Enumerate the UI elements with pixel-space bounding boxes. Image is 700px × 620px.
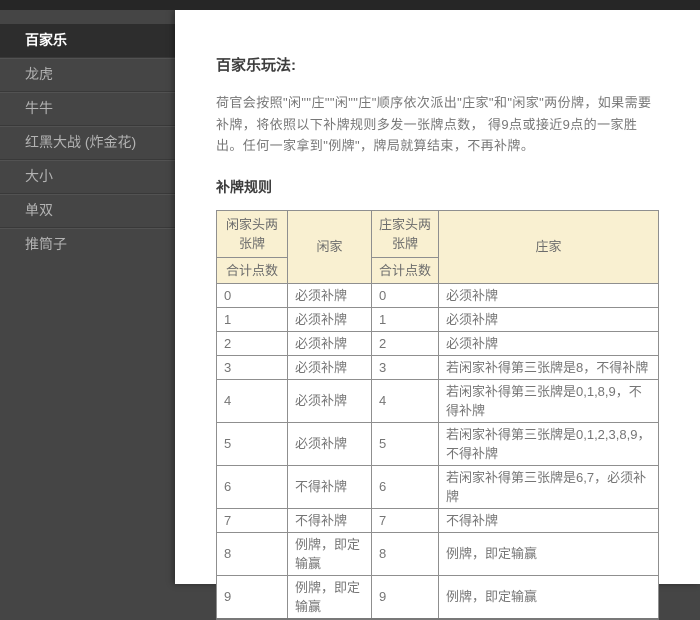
top-bar xyxy=(0,0,700,10)
banker-action-cell: 若闲家补得第三张牌是0,1,8,9，不得补牌 xyxy=(439,379,659,422)
table-row: 5 必须补牌 5 若闲家补得第三张牌是0,1,2,3,8,9，不得补牌 xyxy=(217,422,659,465)
sidebar-item-5[interactable]: 单双 xyxy=(0,193,175,227)
banker-action-cell: 必须补牌 xyxy=(439,331,659,355)
sidebar-item-4[interactable]: 大小 xyxy=(0,159,175,193)
table-row: 7 不得补牌 7 不得补牌 xyxy=(217,508,659,532)
table-row: 0 必须补牌 0 必须补牌 xyxy=(217,283,659,307)
banker-points-cell: 7 xyxy=(372,508,439,532)
banker-action-cell: 若闲家补得第三张牌是0,1,2,3,8,9，不得补牌 xyxy=(439,422,659,465)
sidebar: 百家乐 龙虎 牛牛 红黑大战 (炸金花) 大小 单双 推筒子 xyxy=(0,10,175,584)
player-action-cell: 不得补牌 xyxy=(288,465,372,508)
player-action-cell: 必须补牌 xyxy=(288,307,372,331)
table-row: 8 例牌，即定输赢 8 例牌，即定输赢 xyxy=(217,532,659,575)
table-row: 9 例牌，即定输赢 9 例牌，即定输赢 xyxy=(217,575,659,619)
banker-points-cell: 6 xyxy=(372,465,439,508)
banker-action-cell: 必须补牌 xyxy=(439,283,659,307)
banker-action-cell: 例牌，即定输赢 xyxy=(439,532,659,575)
page-title: 百家乐玩法: xyxy=(216,54,700,75)
banker-points-cell: 8 xyxy=(372,532,439,575)
player-points-cell: 2 xyxy=(217,331,288,355)
sidebar-item-label: 百家乐 xyxy=(25,32,67,48)
banker-action-cell: 不得补牌 xyxy=(439,508,659,532)
sidebar-item-label: 单双 xyxy=(25,202,53,218)
header-banker-two-cards: 庄家头两张牌 xyxy=(372,210,439,257)
player-action-cell: 必须补牌 xyxy=(288,283,372,307)
table-row: 3 必须补牌 3 若闲家补得第三张牌是8，不得补牌 xyxy=(217,355,659,379)
header-player-two-cards: 闲家头两张牌 xyxy=(217,210,288,257)
header-player: 闲家 xyxy=(288,210,372,283)
sidebar-item-2[interactable]: 牛牛 xyxy=(0,91,175,125)
table-row: 6 不得补牌 6 若闲家补得第三张牌是6,7，必须补牌 xyxy=(217,465,659,508)
player-action-cell: 不得补牌 xyxy=(288,508,372,532)
rules-table-body: 0 必须补牌 0 必须补牌 1 必须补牌 1 必须补牌 2 必须补牌 2 必须补… xyxy=(217,283,659,619)
sidebar-item-1[interactable]: 龙虎 xyxy=(0,57,175,91)
player-points-cell: 9 xyxy=(217,575,288,619)
player-action-cell: 必须补牌 xyxy=(288,355,372,379)
banker-points-cell: 9 xyxy=(372,575,439,619)
table-row: 2 必须补牌 2 必须补牌 xyxy=(217,331,659,355)
player-points-cell: 5 xyxy=(217,422,288,465)
header-banker: 庄家 xyxy=(439,210,659,283)
sidebar-item-label: 红黑大战 (炸金花) xyxy=(25,134,136,150)
banker-points-cell: 1 xyxy=(372,307,439,331)
banker-points-cell: 3 xyxy=(372,355,439,379)
sidebar-menu: 百家乐 龙虎 牛牛 红黑大战 (炸金花) 大小 单双 推筒子 xyxy=(0,24,175,261)
game-description: 荷官会按照"闲""庄""闲""庄"顺序依次派出"庄家"和"闲家"两份牌，如果需要… xyxy=(216,92,656,157)
sidebar-item-6[interactable]: 推筒子 xyxy=(0,227,175,261)
player-points-cell: 1 xyxy=(217,307,288,331)
player-points-cell: 8 xyxy=(217,532,288,575)
player-action-cell: 必须补牌 xyxy=(288,422,372,465)
banker-points-cell: 0 xyxy=(372,283,439,307)
rules-heading: 补牌规则 xyxy=(216,177,700,197)
player-points-cell: 4 xyxy=(217,379,288,422)
player-points-cell: 6 xyxy=(217,465,288,508)
banker-points-cell: 4 xyxy=(372,379,439,422)
banker-action-cell: 例牌，即定输赢 xyxy=(439,575,659,619)
table-row: 1 必须补牌 1 必须补牌 xyxy=(217,307,659,331)
player-points-cell: 3 xyxy=(217,355,288,379)
content-panel: 百家乐玩法: 荷官会按照"闲""庄""闲""庄"顺序依次派出"庄家"和"闲家"两… xyxy=(175,10,700,584)
banker-points-cell: 5 xyxy=(372,422,439,465)
banker-points-cell: 2 xyxy=(372,331,439,355)
player-action-cell: 例牌，即定输赢 xyxy=(288,532,372,575)
player-action-cell: 例牌，即定输赢 xyxy=(288,575,372,619)
header-banker-total-points: 合计点数 xyxy=(372,257,439,283)
player-points-cell: 0 xyxy=(217,283,288,307)
sidebar-item-label: 龙虎 xyxy=(25,66,53,82)
banker-action-cell: 若闲家补得第三张牌是6,7，必须补牌 xyxy=(439,465,659,508)
player-action-cell: 必须补牌 xyxy=(288,331,372,355)
sidebar-item-label: 大小 xyxy=(25,168,53,184)
header-player-total-points: 合计点数 xyxy=(217,257,288,283)
banker-action-cell: 若闲家补得第三张牌是8，不得补牌 xyxy=(439,355,659,379)
player-points-cell: 7 xyxy=(217,508,288,532)
rules-table: 闲家头两张牌 闲家 庄家头两张牌 庄家 合计点数 合计点数 0 必须补牌 0 必… xyxy=(216,210,659,620)
table-row: 4 必须补牌 4 若闲家补得第三张牌是0,1,8,9，不得补牌 xyxy=(217,379,659,422)
sidebar-item-0[interactable]: 百家乐 xyxy=(0,24,175,57)
player-action-cell: 必须补牌 xyxy=(288,379,372,422)
banker-action-cell: 必须补牌 xyxy=(439,307,659,331)
sidebar-item-label: 推筒子 xyxy=(25,236,67,252)
sidebar-item-3[interactable]: 红黑大战 (炸金花) xyxy=(0,125,175,159)
sidebar-item-label: 牛牛 xyxy=(25,100,53,116)
rules-table-header: 闲家头两张牌 闲家 庄家头两张牌 庄家 合计点数 合计点数 xyxy=(217,210,659,283)
